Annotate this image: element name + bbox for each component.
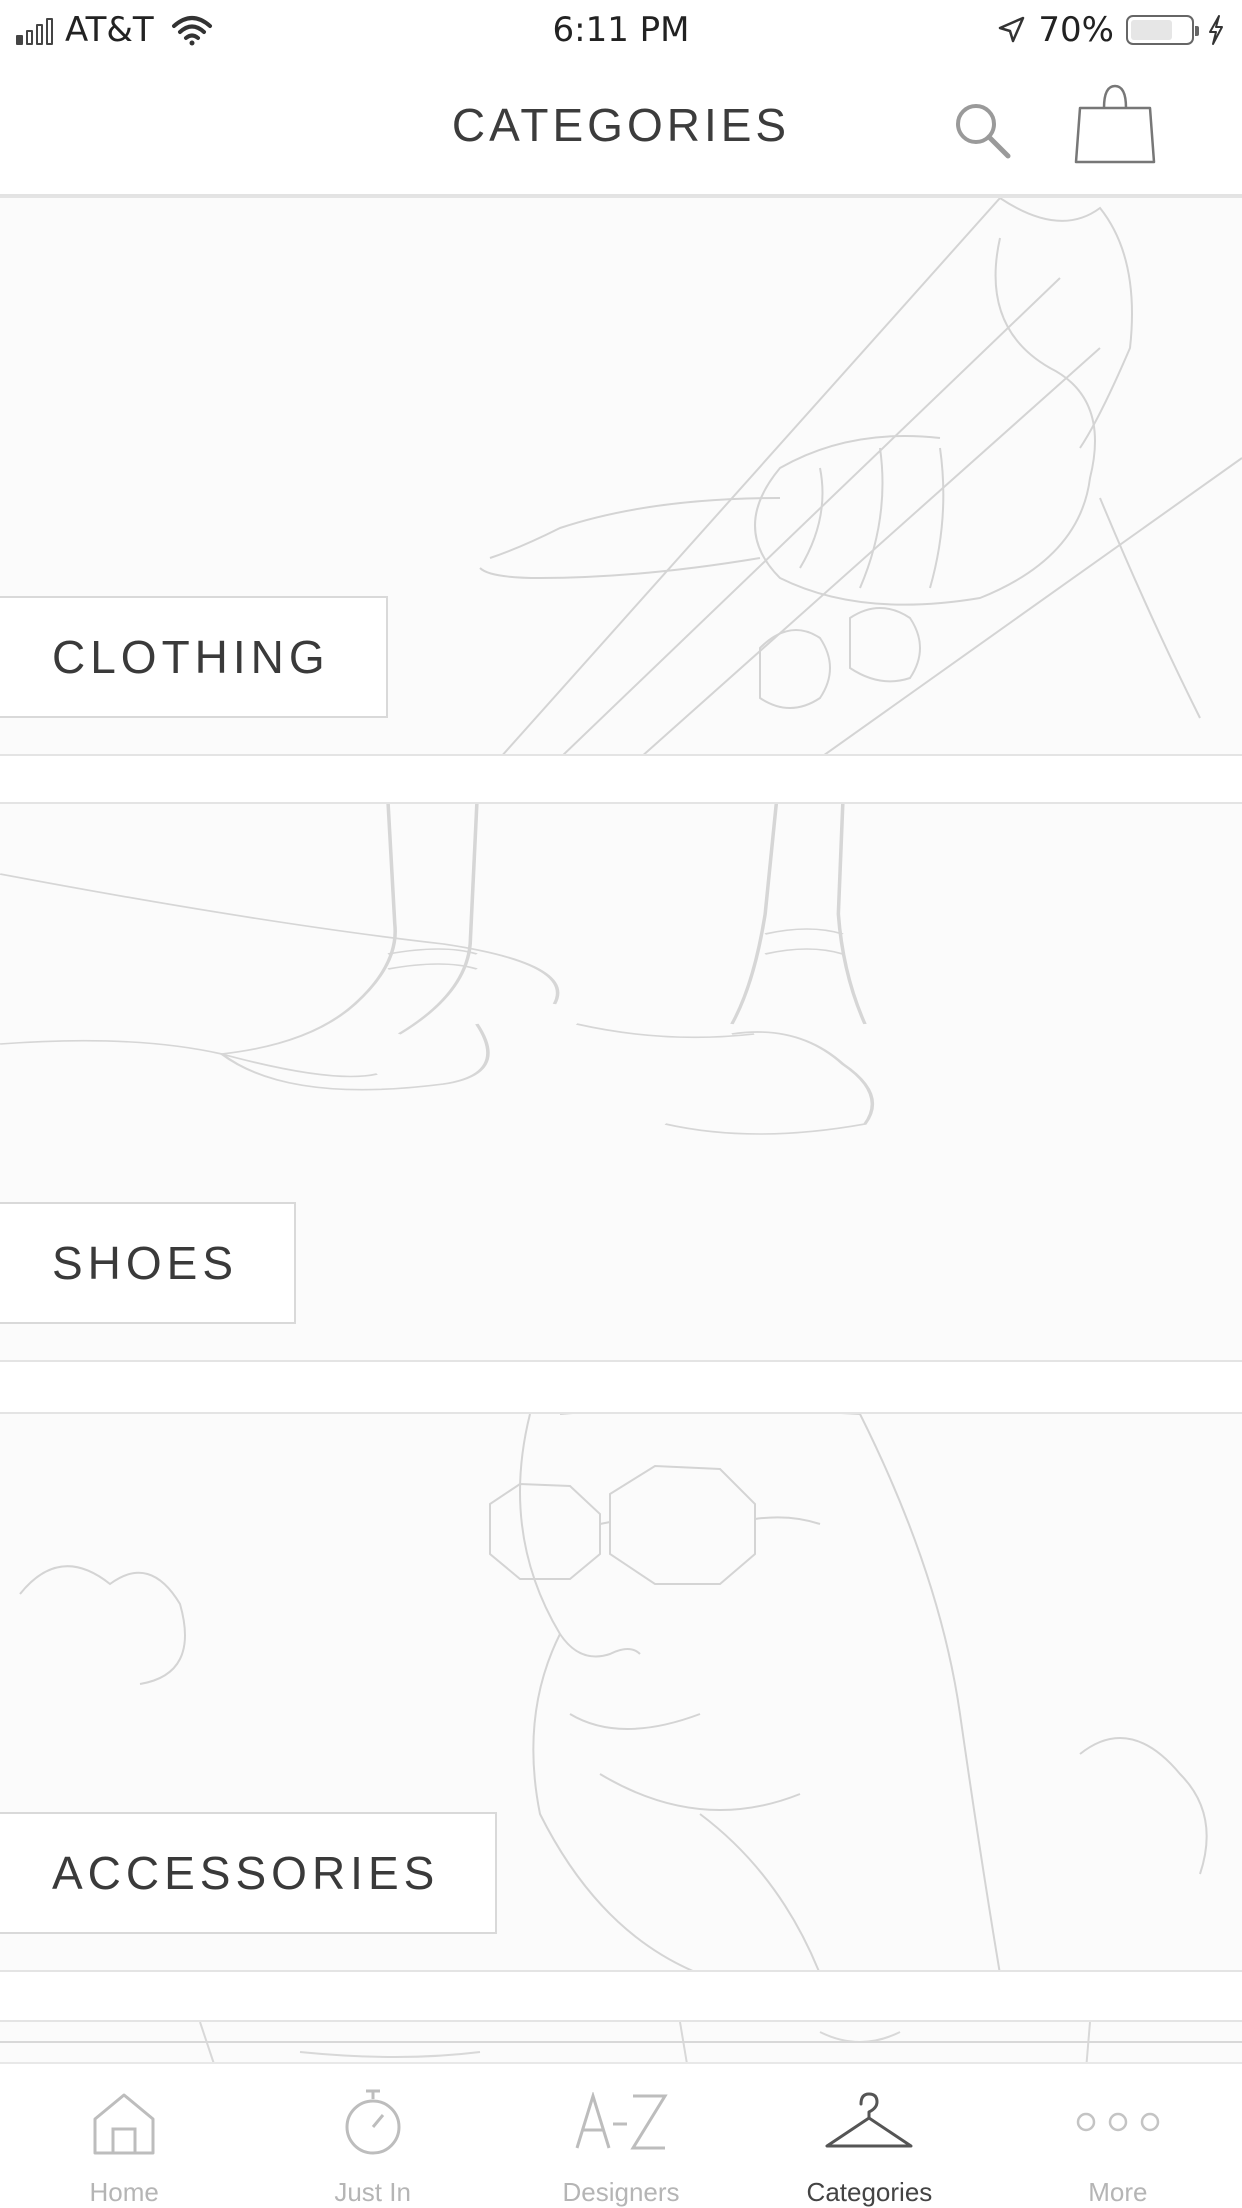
tab-more[interactable]: More [994,2064,1242,2208]
charging-bolt-icon [1209,15,1223,45]
tab-label: Categories [806,2177,933,2207]
battery-percent: 70% [1038,10,1114,50]
tab-home[interactable]: Home [0,2064,248,2208]
tab-label: Just In [334,2177,411,2207]
stopwatch-icon [345,2089,401,2154]
category-tile-shoes[interactable]: SHOES [0,802,1242,1362]
a-z-icon [575,2091,668,2149]
tab-designers[interactable]: Designers [497,2064,745,2208]
battery-icon [1126,15,1199,45]
status-right: 70% [996,10,1226,50]
location-arrow-icon [999,16,1025,43]
category-label-accessories: ACCESSORIES [0,1812,498,1934]
tab-just-in[interactable]: Just In [248,2064,496,2208]
app-header: CATEGORIES [0,62,1242,196]
page-title: CATEGORIES [451,99,791,151]
category-tile-clothing[interactable]: CLOTHING [0,196,1242,756]
category-label-clothing: CLOTHING [0,596,388,718]
hanger-icon [825,2092,913,2147]
tab-bar: Home Just In Designers Categories More [0,2062,1242,2208]
category-tile-accessories[interactable]: ACCESSORIES [0,1412,1242,1972]
category-label-shoes: SHOES [0,1202,297,1324]
more-dots-icon [1076,2112,1160,2131]
status-bar: AT&T 6:11 PM 70% [0,0,1242,62]
search-icon[interactable] [950,98,1014,162]
tab-label: Home [89,2177,159,2207]
tab-label: More [1088,2177,1148,2207]
tab-label: Designers [562,2177,680,2207]
home-icon [93,2093,155,2154]
shopping-bag-icon[interactable] [1070,82,1160,166]
tab-categories[interactable]: Categories [745,2064,993,2208]
battery-fill [1131,20,1172,40]
